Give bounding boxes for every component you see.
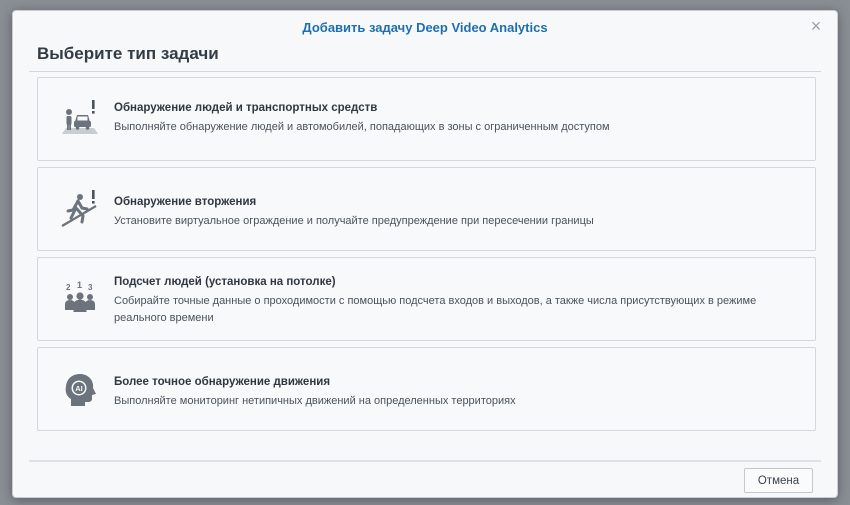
task-type-list: Обнаружение людей и транспортных средств… bbox=[37, 77, 816, 437]
people-counting-icon: 2 1 3 bbox=[58, 278, 102, 322]
option-description: Установите виртуальное ограждение и полу… bbox=[114, 215, 594, 227]
option-description: Выполняйте мониторинг нетипичных движени… bbox=[114, 395, 516, 407]
option-title: Более точное обнаружение движения bbox=[114, 376, 331, 388]
dialog-title: Добавить задачу Deep Video Analytics bbox=[302, 19, 548, 35]
header-divider bbox=[29, 71, 821, 72]
task-option-people-vehicle-detection[interactable]: Обнаружение людей и транспортных средств… bbox=[37, 77, 816, 161]
count-digit: 2 bbox=[66, 283, 71, 292]
footer-divider bbox=[29, 460, 821, 462]
count-digit: 1 bbox=[77, 280, 82, 290]
option-description: Выполняйте обнаружение людей и автомобил… bbox=[114, 121, 610, 133]
ai-head-icon: AI bbox=[58, 368, 102, 412]
option-title: Обнаружение вторжения bbox=[114, 196, 257, 208]
add-task-dialog: Добавить задачу Deep Video Analytics × В… bbox=[12, 10, 838, 498]
dialog-titlebar: Добавить задачу Deep Video Analytics × bbox=[13, 11, 837, 43]
person-vehicle-alert-icon bbox=[58, 98, 102, 142]
option-title: Подсчет людей (установка на потолке) bbox=[114, 276, 336, 288]
page-title: Выберите тип задачи bbox=[37, 44, 219, 63]
count-digit: 3 bbox=[88, 283, 93, 292]
task-option-people-counting[interactable]: 2 1 3 Подсчет людей (установка на потолк… bbox=[37, 257, 816, 341]
task-option-advanced-motion-detection[interactable]: AI Более точное обнаружение движения Вып… bbox=[37, 347, 816, 431]
close-icon[interactable]: × bbox=[807, 16, 825, 36]
task-option-intrusion-detection[interactable]: Обнаружение вторжения Установите виртуал… bbox=[37, 167, 816, 251]
option-title: Обнаружение людей и транспортных средств bbox=[114, 102, 378, 114]
option-description: Собирайте точные данные о проходимости с… bbox=[114, 295, 757, 324]
cancel-button[interactable]: Отмена bbox=[744, 468, 813, 493]
running-person-intrusion-icon bbox=[58, 188, 102, 232]
ai-label: AI bbox=[75, 384, 83, 393]
